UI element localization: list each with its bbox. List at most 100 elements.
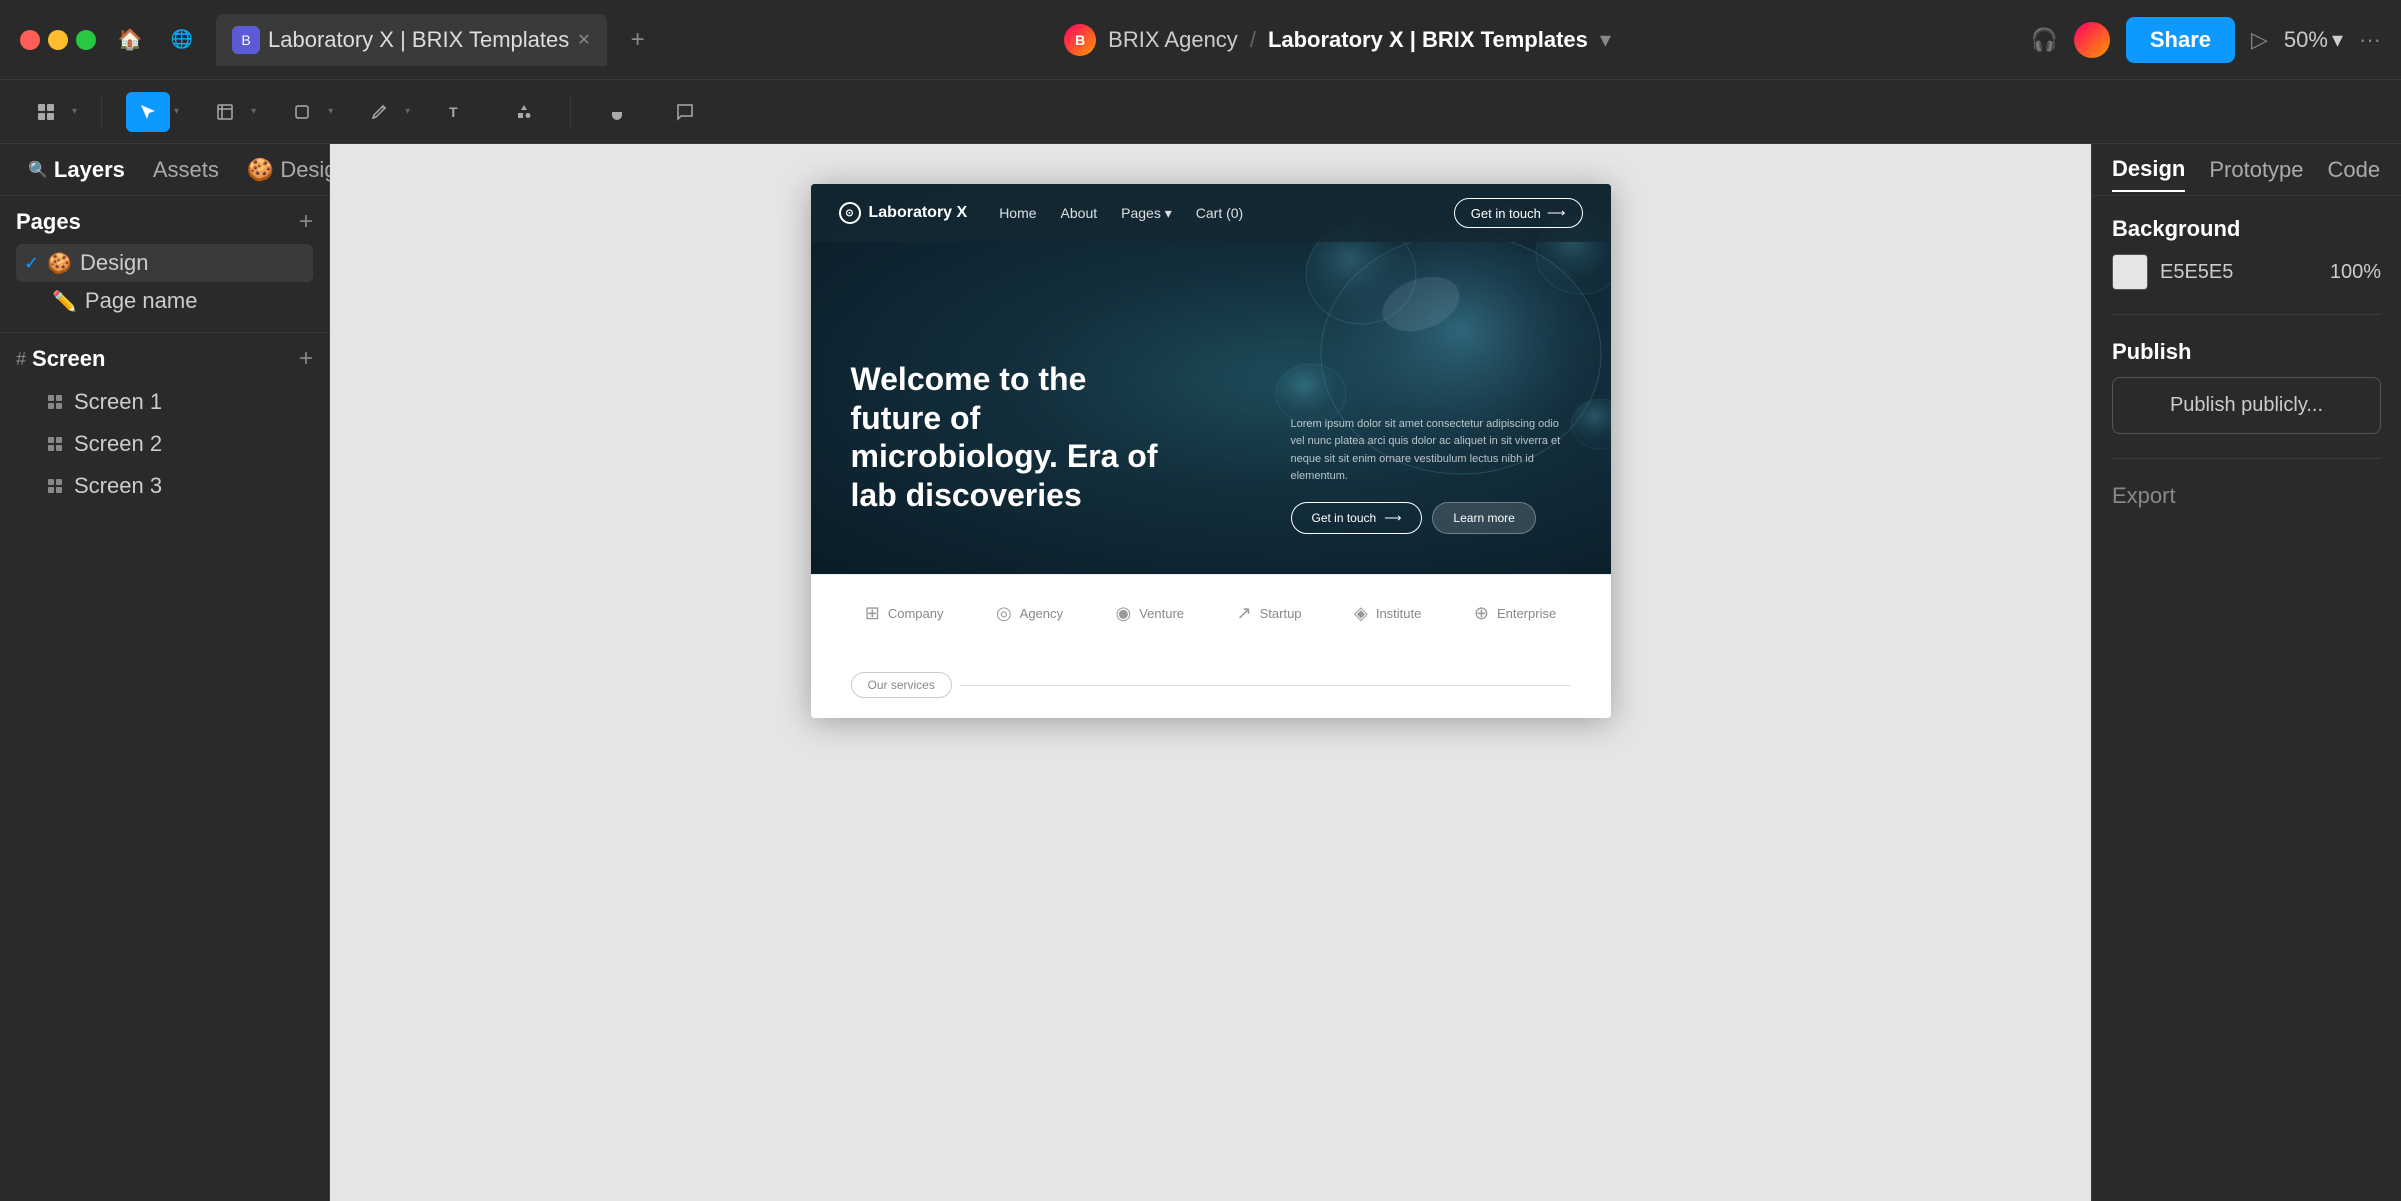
add-page-button[interactable]: + [299,208,313,236]
traffic-light-minimize[interactable] [48,30,68,50]
right-tab-prototype[interactable]: Prototype [2209,149,2303,191]
hero-cta-primary-button[interactable]: Get in touch ⟶ [1291,502,1423,534]
more-options-icon[interactable]: ··· [2359,27,2381,53]
left-panel: 🔍 Layers Assets 🍪 Design ⌃ Pages + ✓ 🍪 D… [0,144,330,1201]
services-divider [960,685,1571,686]
startup-icon: ↗ [1237,603,1252,624]
tool-group-grid: ▾ [24,92,77,132]
share-button[interactable]: Share [2126,17,2235,63]
publish-publicly-button[interactable]: Publish publicly... [2112,377,2381,434]
zoom-level: 50% [2284,27,2328,53]
grid-tool-button[interactable] [24,92,68,132]
text-tool-button[interactable]: T [434,92,478,132]
partner-company: ⊞ Company [865,603,944,624]
right-panel-content: Background E5E5E5 100% Publish Publish p… [2092,196,2401,529]
new-tab-button[interactable]: + [631,26,645,54]
globe-button[interactable]: 🌐 [164,22,200,58]
traffic-light-maximize[interactable] [76,30,96,50]
institute-icon: ◈ [1354,603,1368,624]
pen-tool-button[interactable] [357,92,401,132]
add-screen-button[interactable]: + [299,345,313,373]
layer-screen2[interactable]: Screen 2 [16,423,313,465]
design-tab-icon: 🍪 [247,157,274,183]
user-avatar[interactable] [2074,22,2110,58]
partner-company-label: Company [888,606,944,621]
design-frame: ⊙ Laboratory X Home About Pages ▾ Cart (… [811,184,1611,718]
shape-tool-button[interactable] [280,92,324,132]
partner-institute-label: Institute [1376,606,1422,621]
hand-tool-button[interactable] [595,92,639,132]
screen2-grid-icon [48,437,62,451]
layer-screen1[interactable]: Screen 1 [16,381,313,423]
assets-tab-label: Assets [153,157,219,183]
enterprise-icon: ⊕ [1474,603,1489,624]
background-section: Background E5E5E5 100% [2112,216,2381,290]
tab-assets[interactable]: Assets [141,149,231,191]
home-button[interactable]: 🏠 [112,22,148,58]
hero-right-content: Lorem ipsum dolor sit amet consectetur a… [1291,416,1571,534]
browser-tab[interactable]: B Laboratory X | BRIX Templates ✕ [216,14,607,66]
right-tab-code[interactable]: Code [2328,149,2381,191]
screen-section-header: # Screen + [16,345,313,373]
breadcrumb-dropdown-icon[interactable]: ▾ [1600,27,1611,53]
main-layout: 🔍 Layers Assets 🍪 Design ⌃ Pages + ✓ 🍪 D… [0,144,2401,1201]
nav-link-pages[interactable]: Pages ▾ [1121,205,1172,222]
hero-cta-secondary-button[interactable]: Learn more [1432,502,1535,534]
agency-icon: ◎ [996,603,1012,624]
partner-enterprise: ⊕ Enterprise [1474,603,1556,624]
right-tab-design[interactable]: Design [2112,148,2185,192]
toolbar: ▾ ▾ ▾ ▾ ▾ T [0,80,2401,144]
partner-venture-label: Venture [1139,606,1184,621]
page-item-pagename[interactable]: ✏️ Page name [16,282,313,320]
tool-group-frame: ▾ [203,92,256,132]
nav-cta-arrow-icon: ⟶ [1547,205,1566,221]
nav-link-home[interactable]: Home [999,205,1036,221]
breadcrumb-agency: BRIX Agency [1108,27,1238,53]
grid-tool-chevron-icon: ▾ [72,106,77,117]
partner-agency-label: Agency [1020,606,1063,621]
page-active-checkmark-icon: ✓ [24,253,39,274]
publish-section-title: Publish [2112,339,2381,365]
search-icon: 🔍 [28,160,48,180]
nav-cta-button[interactable]: Get in touch ⟶ [1454,198,1583,228]
tab-title: Laboratory X | BRIX Templates [268,27,569,53]
headphone-icon[interactable]: 🎧 [2030,27,2057,53]
publish-section: Publish Publish publicly... [2112,339,2381,434]
tab-layers[interactable]: 🔍 Layers [16,149,137,191]
page-item-design[interactable]: ✓ 🍪 Design [16,244,313,282]
right-panel-tab-bar: Design Prototype Code [2092,144,2401,196]
layer-screen3[interactable]: Screen 3 [16,465,313,507]
export-section-title: Export [2112,483,2176,508]
hero-section: ⊙ Laboratory X Home About Pages ▾ Cart (… [811,184,1611,574]
play-button[interactable]: ▷ [2251,27,2268,53]
nav-logo-icon: ⊙ [839,202,861,224]
right-panel-divider-1 [2112,314,2381,315]
title-bar: 🏠 🌐 B Laboratory X | BRIX Templates ✕ + … [0,0,2401,80]
comment-tool-button[interactable] [663,92,707,132]
breadcrumb-separator: / [1250,27,1256,53]
select-tool-button[interactable] [126,92,170,132]
canvas-area[interactable]: ⊙ Laboratory X Home About Pages ▾ Cart (… [330,144,2091,1201]
screen-section: # Screen + Screen 1 [0,332,329,519]
pages-section: Pages + ✓ 🍪 Design ✏️ Page name [0,196,329,332]
page-design-icon: 🍪 [47,251,72,276]
tab-close-icon[interactable]: ✕ [577,30,590,50]
background-opacity-value: 100% [2330,261,2381,284]
page-edit-icon: ✏️ [52,289,77,314]
nav-link-cart[interactable]: Cart (0) [1196,205,1243,221]
components-tool-button[interactable] [502,92,546,132]
svg-text:T: T [449,104,458,120]
screen1-grid-icon [48,395,62,409]
pen-tool-chevron-icon: ▾ [405,106,410,117]
right-tab-prototype-label: Prototype [2209,157,2303,182]
partner-enterprise-label: Enterprise [1497,606,1556,621]
traffic-light-close[interactable] [20,30,40,50]
brix-logo: B [1064,24,1096,56]
nav-link-about[interactable]: About [1061,205,1098,221]
title-bar-right: 🎧 Share ▷ 50% ▾ ··· [2030,17,2381,63]
zoom-control[interactable]: 50% ▾ [2284,27,2343,53]
background-color-swatch[interactable] [2112,254,2148,290]
page-pagename-label: Page name [85,288,198,314]
breadcrumb-project: Laboratory X | BRIX Templates [1268,27,1588,53]
frame-tool-button[interactable] [203,92,247,132]
